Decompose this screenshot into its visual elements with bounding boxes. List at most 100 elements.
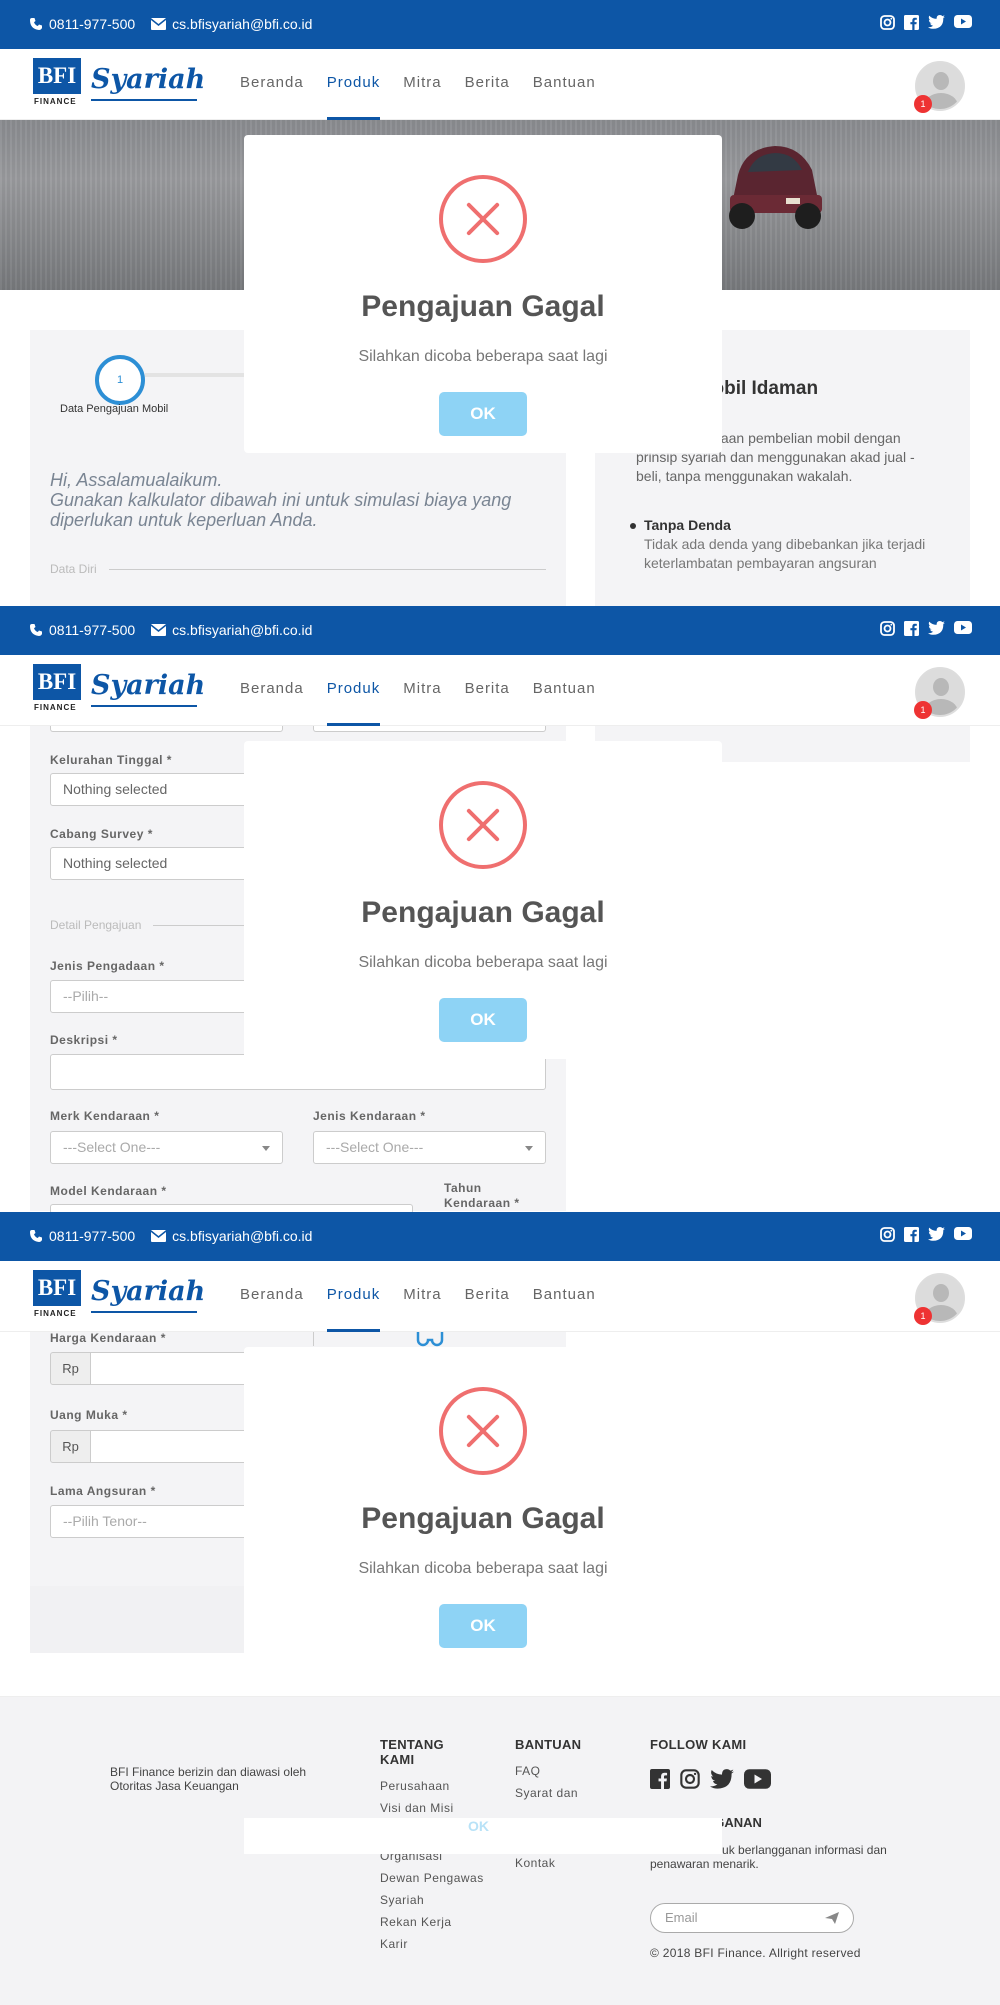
vintage-car-image xyxy=(729,146,822,229)
error-x-icon xyxy=(439,175,527,263)
cabang-survey-select[interactable]: Nothing selected xyxy=(50,847,250,880)
bfi-syariah-logo[interactable]: BFI FINANCE Syariah xyxy=(33,664,205,714)
nav-mitra[interactable]: Mitra xyxy=(403,49,441,120)
facebook-icon[interactable] xyxy=(904,15,919,30)
nav-berita[interactable]: Berita xyxy=(465,655,510,726)
youtube-icon[interactable] xyxy=(744,1769,771,1789)
kelurahan-select[interactable]: Nothing selected xyxy=(50,773,250,806)
send-icon[interactable] xyxy=(825,1912,839,1924)
modal-ghost-remnant: OK xyxy=(244,1818,722,1854)
nav-berita[interactable]: Berita xyxy=(465,49,510,120)
footer-link-rekan-kerja[interactable]: Rekan Kerja xyxy=(380,1911,470,1933)
email-contact[interactable]: cs.bfisyariah@bfi.co.id xyxy=(151,16,312,32)
twitter-icon[interactable] xyxy=(928,1227,945,1241)
merk-kendaraan-select[interactable]: ---Select One--- xyxy=(50,1131,283,1164)
chevron-down-icon xyxy=(262,1146,270,1151)
instagram-icon[interactable] xyxy=(880,1227,895,1242)
youtube-icon[interactable] xyxy=(954,15,972,28)
section-detail-pengajuan: Detail Pengajuan xyxy=(50,918,260,932)
email-placeholder: Email xyxy=(665,1910,698,1925)
footer-follow-title: FOLLOW KAMI xyxy=(650,1737,747,1752)
uang-muka-label: Uang Muka * xyxy=(50,1408,128,1422)
footer-link-faq[interactable]: FAQ xyxy=(515,1760,605,1782)
greeting-line-2: Gunakan kalkulator dibawah ini untuk sim… xyxy=(50,490,512,530)
bfi-syariah-logo[interactable]: BFI FINANCE Syariah xyxy=(33,1270,206,1320)
top-contact-bar: 0811-977-500 cs.bfisyariah@bfi.co.id xyxy=(0,1212,1000,1261)
section-data-diri: Data Diri xyxy=(50,562,546,576)
phone-contact[interactable]: 0811-977-500 xyxy=(29,622,135,638)
youtube-icon[interactable] xyxy=(954,621,972,634)
nav-produk[interactable]: Produk xyxy=(326,655,381,726)
modal-ok-button[interactable]: OK xyxy=(439,1604,527,1648)
phone-contact[interactable]: 0811-977-500 xyxy=(29,1228,135,1244)
nav-mitra[interactable]: Mitra xyxy=(403,1261,441,1332)
currency-addon: Rp xyxy=(50,1352,91,1385)
step-1-label: Data Pengajuan Mobil xyxy=(60,403,169,415)
envelope-icon xyxy=(151,1230,167,1242)
nav-produk[interactable]: Produk xyxy=(326,1261,381,1332)
jenis-kendaraan-select[interactable]: ---Select One--- xyxy=(313,1131,546,1164)
uang-muka-input[interactable] xyxy=(90,1430,250,1463)
merk-kendaraan-label: Merk Kendaraan * xyxy=(50,1109,160,1123)
youtube-icon[interactable] xyxy=(954,1227,972,1240)
chevron-down-icon xyxy=(525,1146,533,1151)
nav-bantuan[interactable]: Bantuan xyxy=(533,1261,596,1332)
nav-bantuan[interactable]: Bantuan xyxy=(533,655,596,726)
nav-produk[interactable]: Produk xyxy=(326,49,381,120)
twitter-icon[interactable] xyxy=(928,15,945,29)
harga-kendaraan-input[interactable] xyxy=(90,1352,250,1385)
modal-ok-button[interactable]: OK xyxy=(439,998,527,1042)
modal-ok-button[interactable]: OK xyxy=(439,392,527,436)
syariah-logo-text: Syariah xyxy=(91,1276,206,1307)
tahun-kendaraan-label: Tahun Kendaraan * xyxy=(444,1181,520,1210)
envelope-icon xyxy=(151,18,167,30)
deskripsi-input[interactable] xyxy=(50,1054,546,1090)
section-detail-label: Detail Pengajuan xyxy=(50,918,142,932)
notification-badge[interactable]: 1 xyxy=(914,1307,932,1325)
instagram-icon[interactable] xyxy=(880,621,895,636)
jenis-kendaraan-label: Jenis Kendaraan * xyxy=(313,1109,426,1123)
facebook-icon[interactable] xyxy=(904,621,919,636)
instagram-icon[interactable] xyxy=(680,1769,700,1789)
footer-link-karir[interactable]: Karir xyxy=(380,1933,470,1955)
error-x-icon xyxy=(439,1387,527,1475)
nav-berita[interactable]: Berita xyxy=(465,1261,510,1332)
main-navbar: BFI FINANCE Syariah Beranda Produk Mitra… xyxy=(0,49,1000,120)
footer-link-visi-misi[interactable]: Visi dan Misi xyxy=(380,1797,470,1819)
top-contact-bar: 0811-977-500 cs.bfisyariah@bfi.co.id xyxy=(0,0,1000,49)
footer-link-kontak[interactable]: Kontak xyxy=(515,1852,605,1874)
notification-badge[interactable]: 1 xyxy=(914,95,932,113)
nav-bantuan[interactable]: Bantuan xyxy=(533,49,596,120)
nav-mitra[interactable]: Mitra xyxy=(403,655,441,726)
twitter-icon[interactable] xyxy=(928,621,945,635)
newsletter-email-input[interactable]: Email xyxy=(650,1903,854,1933)
footer-link-dewan-pengawas[interactable]: Dewan Pengawas Syariah xyxy=(380,1867,490,1911)
lama-angsuran-select[interactable]: --Pilih Tenor-- xyxy=(50,1505,250,1538)
benefit-text: Tidak ada denda yang dibebankan jika ter… xyxy=(644,536,926,571)
notification-badge[interactable]: 1 xyxy=(914,701,932,719)
phone-icon xyxy=(30,18,42,30)
email-contact[interactable]: cs.bfisyariah@bfi.co.id xyxy=(151,622,312,638)
top-contact-bar: 0811-977-500 cs.bfisyariah@bfi.co.id xyxy=(0,606,1000,655)
email-contact[interactable]: cs.bfisyariah@bfi.co.id xyxy=(151,1228,312,1244)
footer-col-follow: FOLLOW KAMI xyxy=(650,1737,746,1760)
nav-beranda[interactable]: Beranda xyxy=(240,1261,304,1332)
facebook-icon[interactable] xyxy=(650,1769,670,1789)
twitter-icon[interactable] xyxy=(710,1769,734,1789)
model-kendaraan-label: Model Kendaraan * xyxy=(50,1184,167,1198)
instagram-icon[interactable] xyxy=(880,15,895,30)
step-1-indicator[interactable]: 1 xyxy=(95,355,145,405)
phone-contact[interactable]: 0811-977-500 xyxy=(29,16,135,32)
error-modal: Pengajuan Gagal Silahkan dicoba beberapa… xyxy=(244,135,722,453)
footer-link-syarat[interactable]: Syarat dan xyxy=(515,1782,605,1804)
modal-message: Silahkan dicoba beberapa saat lagi xyxy=(358,954,608,971)
footer-social-icons xyxy=(650,1769,771,1789)
nav-beranda[interactable]: Beranda xyxy=(240,49,304,120)
nav-beranda[interactable]: Beranda xyxy=(240,655,304,726)
footer-link-perusahaan[interactable]: Perusahaan xyxy=(380,1775,470,1797)
jenis-pengadaan-select[interactable]: --Pilih-- xyxy=(50,980,250,1013)
bfi-syariah-logo[interactable]: BFI FINANCE Syariah xyxy=(33,58,205,108)
facebook-icon[interactable] xyxy=(904,1227,919,1242)
kelurahan-label: Kelurahan Tinggal * xyxy=(50,753,172,767)
cabang-survey-label: Cabang Survey * xyxy=(50,827,153,841)
